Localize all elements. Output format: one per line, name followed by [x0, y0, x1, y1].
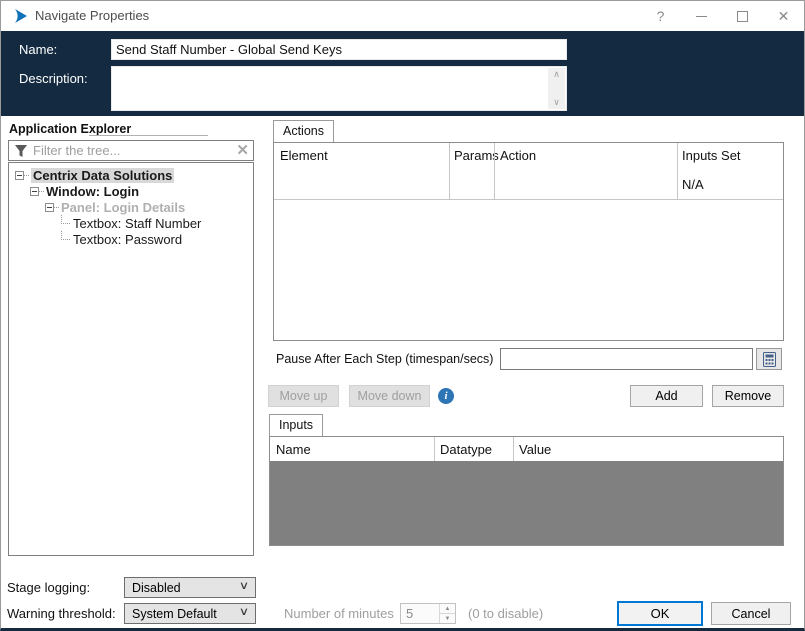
chevron-down-icon: ∨ [239, 605, 249, 618]
move-up-button[interactable]: Move up [268, 385, 339, 407]
tab-inputs[interactable]: Inputs [269, 414, 323, 436]
cancel-button[interactable]: Cancel [711, 602, 791, 625]
column-divider [494, 143, 495, 199]
application-explorer-tree: Centrix Data Solutions Window: Login Pan… [8, 162, 254, 556]
stage-logging-label: Stage logging: [7, 580, 90, 595]
tree-item-textbox-password[interactable]: Textbox: Password [9, 231, 253, 247]
tree-item-label: Textbox: Password [73, 232, 182, 247]
inputs-table[interactable]: Name Datatype Value [269, 436, 784, 546]
chevron-down-icon: ∨ [239, 579, 249, 592]
collapse-icon[interactable] [30, 187, 39, 196]
tree-branch-line [61, 231, 70, 240]
window-controls: ? ✕ [640, 1, 804, 31]
number-of-minutes-label: Number of minutes [284, 606, 394, 621]
column-divider [677, 143, 678, 199]
stage-logging-dropdown[interactable]: Disabled ∨ [124, 577, 256, 598]
collapse-icon[interactable] [15, 171, 24, 180]
column-divider [449, 143, 450, 199]
pause-after-step-label: Pause After Each Step (timespan/secs) [276, 352, 493, 366]
info-icon[interactable]: i [438, 388, 454, 404]
add-button[interactable]: Add [630, 385, 703, 407]
application-explorer-title: Application Explorer [9, 122, 131, 136]
remove-button[interactable]: Remove [712, 385, 784, 407]
scroll-up-icon[interactable]: ∧ [548, 68, 565, 81]
spinner-buttons: ▲ ▼ [439, 604, 455, 623]
pause-after-step-input[interactable] [500, 348, 753, 370]
column-header-params: Params [454, 148, 499, 163]
column-header-element: Element [280, 148, 328, 163]
close-icon: ✕ [778, 8, 790, 25]
ok-button[interactable]: OK [617, 601, 703, 626]
actions-row-inputs-set-value: N/A [682, 177, 704, 192]
column-divider [513, 437, 514, 461]
tree-item-window-login[interactable]: Window: Login [9, 183, 253, 199]
column-header-action: Action [500, 148, 536, 163]
tree-branch-line [61, 215, 70, 224]
warning-threshold-dropdown[interactable]: System Default ∨ [124, 603, 256, 624]
column-header-name: Name [276, 442, 311, 457]
filter-clear-icon[interactable]: ✕ [236, 141, 249, 161]
filter-funnel-icon [14, 144, 28, 158]
column-header-datatype: Datatype [440, 442, 492, 457]
help-icon: ? [657, 8, 665, 24]
tree-filter-input[interactable] [33, 142, 227, 159]
stage-logging-value: Disabled [132, 580, 181, 596]
navigate-properties-dialog: Navigate Properties ? ✕ Name: Descriptio… [0, 0, 805, 631]
tree-item-panel-login-details[interactable]: Panel: Login Details [9, 199, 253, 215]
tree-item-label: Textbox: Staff Number [73, 216, 201, 231]
row-divider [274, 199, 783, 200]
minimize-button[interactable] [681, 1, 722, 31]
window-title: Navigate Properties [35, 1, 149, 31]
column-header-value: Value [519, 442, 551, 457]
column-header-inputs-set: Inputs Set [682, 148, 741, 163]
maximize-icon [737, 11, 748, 22]
minutes-value: 5 [406, 606, 413, 621]
spinner-up-icon[interactable]: ▲ [440, 604, 455, 614]
minimize-icon [696, 16, 707, 17]
tree-item-label: Window: Login [46, 184, 139, 199]
header-panel: Name: Description: ∧ ∨ [1, 31, 804, 116]
maximize-button[interactable] [722, 1, 763, 31]
actions-table[interactable]: Element Params Action Inputs Set N/A [273, 142, 784, 341]
column-divider [434, 437, 435, 461]
timespan-builder-button[interactable] [756, 348, 782, 370]
description-label: Description: [19, 71, 88, 86]
help-button[interactable]: ? [640, 1, 681, 31]
tab-actions[interactable]: Actions [273, 120, 334, 142]
collapse-icon[interactable] [45, 203, 54, 212]
move-down-button[interactable]: Move down [349, 385, 430, 407]
spinner-down-icon[interactable]: ▼ [440, 614, 455, 623]
tree-item-textbox-staff-number[interactable]: Textbox: Staff Number [9, 215, 253, 231]
name-input[interactable] [111, 39, 567, 60]
minutes-hint: (0 to disable) [468, 606, 543, 621]
tree-item-label: Panel: Login Details [61, 200, 185, 215]
description-textarea[interactable]: ∧ ∨ [111, 66, 567, 111]
close-button[interactable]: ✕ [763, 1, 804, 31]
tree-filter-box: ✕ [8, 140, 254, 161]
title-bar: Navigate Properties ? ✕ [1, 1, 804, 31]
scroll-down-icon[interactable]: ∨ [548, 96, 565, 109]
minutes-spinner[interactable]: 5 ▲ ▼ [400, 603, 456, 624]
name-label: Name: [19, 42, 57, 57]
explorer-divider [89, 135, 208, 136]
blueprism-logo-icon [13, 8, 29, 24]
tree-item-label: Centrix Data Solutions [31, 168, 174, 183]
warning-threshold-label: Warning threshold: [7, 606, 116, 621]
calculator-icon [763, 352, 776, 367]
tree-item-root[interactable]: Centrix Data Solutions [9, 167, 253, 183]
inputs-table-body [270, 461, 783, 545]
description-scrollbar[interactable]: ∧ ∨ [548, 68, 565, 109]
warning-threshold-value: System Default [132, 606, 217, 622]
